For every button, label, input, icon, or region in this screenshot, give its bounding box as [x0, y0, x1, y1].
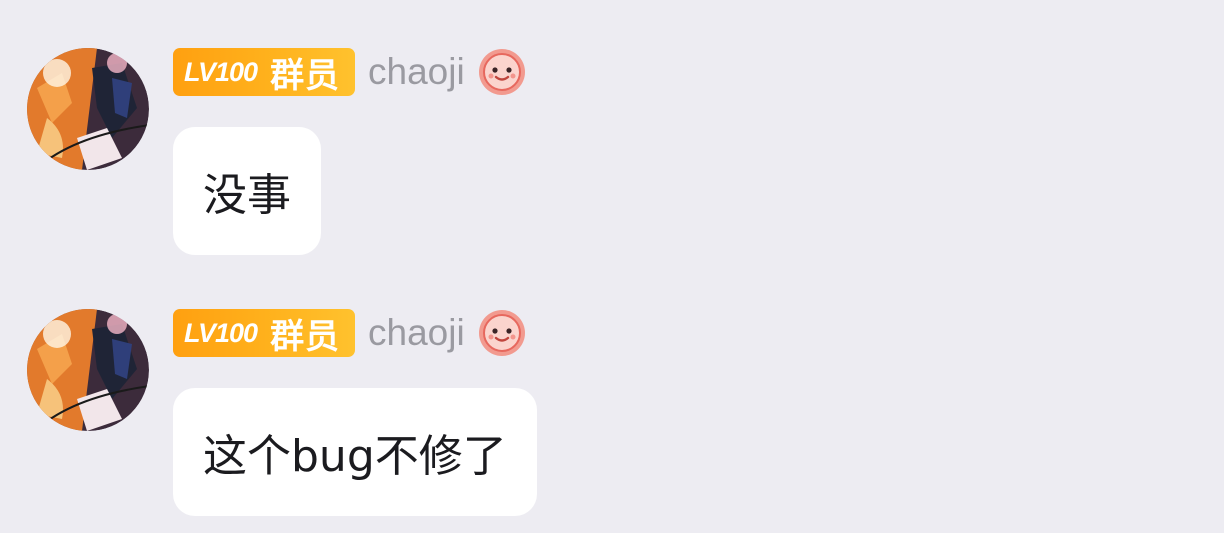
avatar-image: [27, 48, 149, 170]
avatar-image: [27, 309, 149, 431]
sender-nickname[interactable]: chaoji: [368, 48, 465, 96]
role-label: 群员: [270, 55, 341, 96]
member-badge[interactable]: LV100 群员: [173, 48, 355, 96]
sender-header: LV100 群员 chaoji: [173, 48, 527, 96]
message-text: 没事: [203, 170, 291, 221]
message-bubble[interactable]: 没事: [173, 127, 321, 255]
avatar[interactable]: [27, 309, 149, 431]
message-bubble[interactable]: 这个bug不修了: [173, 388, 537, 516]
sender-header: LV100 群员 chaoji: [173, 309, 527, 357]
member-badge[interactable]: LV100 群员: [173, 309, 355, 357]
chat-message: LV100 群员 chaoji 这个bug不修了: [0, 261, 1224, 533]
level-badge-label: LV100: [184, 317, 258, 348]
role-label: 群员: [270, 316, 341, 357]
message-text: 这个bug不修了: [203, 431, 507, 482]
smiling-face-icon[interactable]: [477, 47, 527, 97]
avatar[interactable]: [27, 48, 149, 170]
level-badge-label: LV100: [184, 56, 258, 87]
sender-nickname[interactable]: chaoji: [368, 309, 465, 357]
chat-message: LV100 群员 chaoji 没事: [0, 0, 1224, 260]
smiling-face-icon[interactable]: [477, 308, 527, 358]
